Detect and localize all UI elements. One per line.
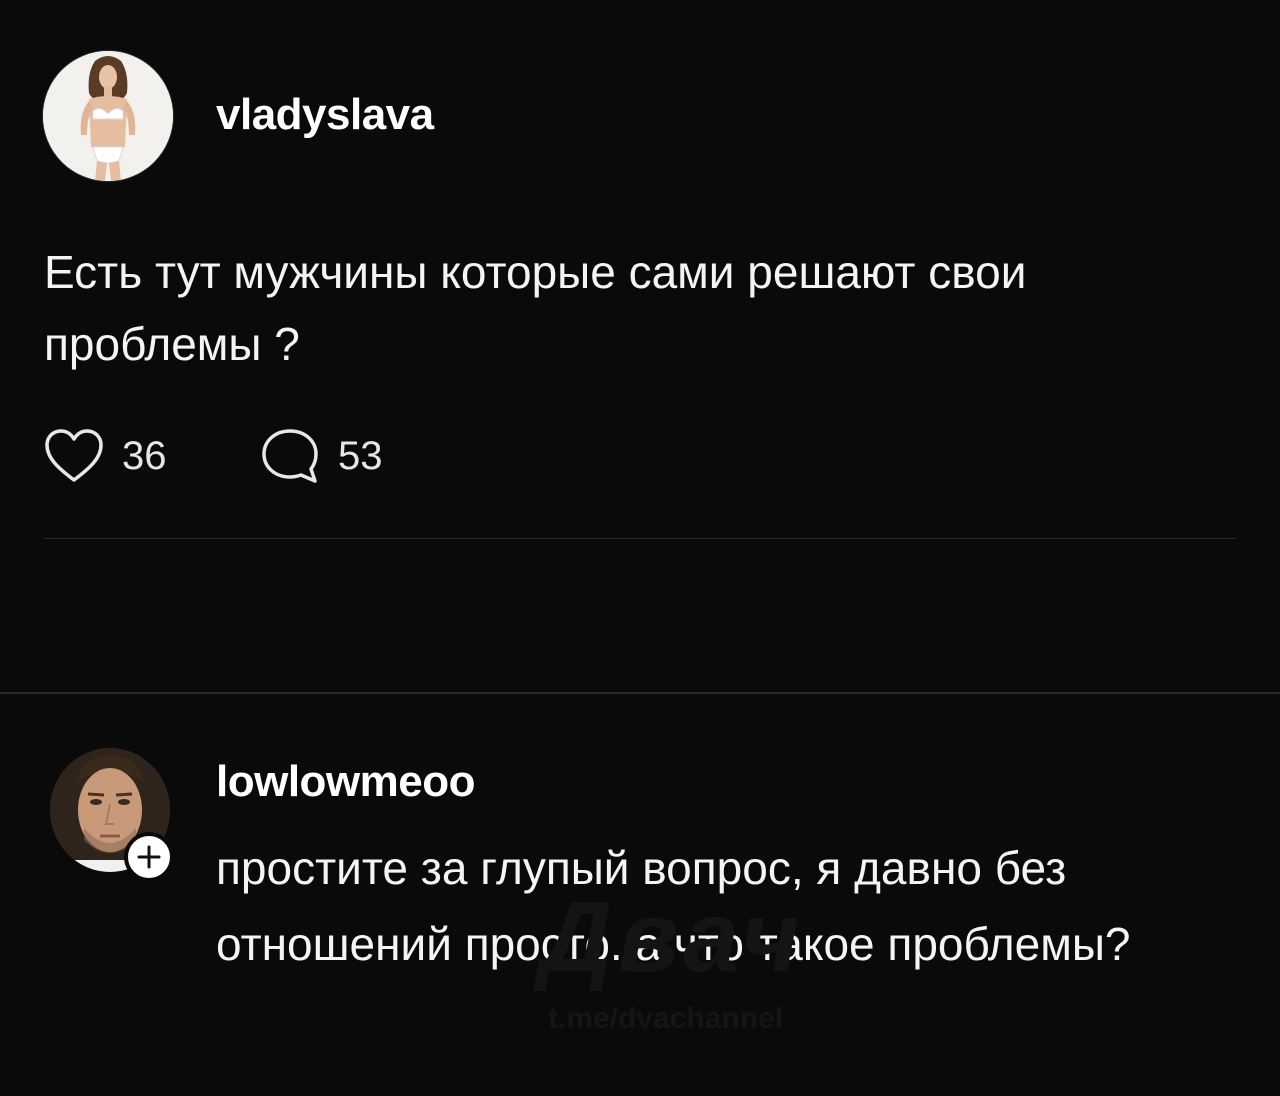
comment-text: простите за глупый вопрос, я давно без о… <box>216 842 1131 970</box>
post-text: Есть тут мужчины которые сами решают сво… <box>44 246 1027 370</box>
plus-icon <box>137 845 161 869</box>
like-button[interactable]: 36 <box>44 426 167 486</box>
speech-bubble-icon <box>262 429 318 483</box>
watermark-url: t.me/dvachannel <box>548 1002 784 1035</box>
woman-photo-icon <box>43 51 173 181</box>
reply-button[interactable]: 53 <box>260 426 383 486</box>
post-author-username[interactable]: vladyslava <box>216 90 434 140</box>
reply-count: 53 <box>338 433 383 478</box>
post-divider <box>44 538 1236 539</box>
post-card: vladyslava Есть тут мужчины которые сами… <box>0 0 1280 540</box>
section-divider <box>0 692 1280 694</box>
heart-icon <box>45 429 103 482</box>
post-author-avatar[interactable] <box>42 50 174 182</box>
follow-button[interactable] <box>124 832 174 882</box>
comment-author-username[interactable]: lowlowmeoo <box>216 757 476 807</box>
like-count: 36 <box>122 433 167 478</box>
